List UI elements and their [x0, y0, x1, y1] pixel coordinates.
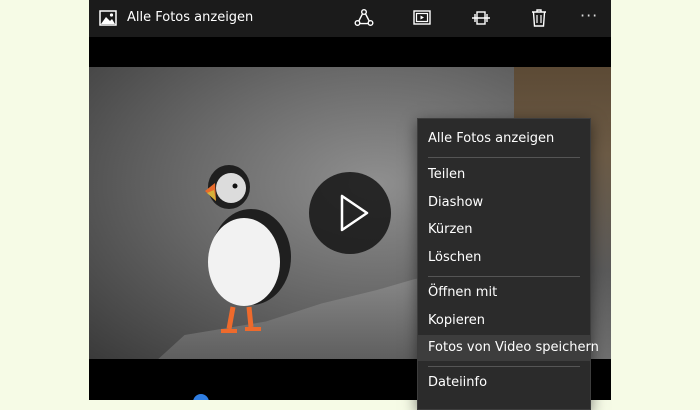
menu-separator — [428, 366, 580, 367]
context-menu: Alle Fotos anzeigen Teilen Diashow Kürze… — [417, 118, 599, 410]
menu-separator — [428, 276, 580, 277]
menu-item-slideshow[interactable]: Diashow — [418, 190, 590, 216]
share-icon[interactable] — [353, 7, 375, 29]
menu-item-show-all-photos[interactable]: Alle Fotos anzeigen — [418, 126, 590, 152]
puffin-photo-subject — [205, 165, 291, 333]
top-toolbar: Alle Fotos anzeigen ··· — [89, 0, 611, 37]
menu-item-trim[interactable]: Kürzen — [418, 217, 590, 243]
menu-separator — [428, 157, 580, 158]
more-icon[interactable]: ··· — [580, 6, 598, 25]
menu-item-delete[interactable]: Löschen — [418, 245, 590, 271]
menu-item-save-photos-from-video[interactable]: Fotos von Video speichern — [418, 335, 599, 361]
page-title[interactable]: Alle Fotos anzeigen — [127, 10, 253, 25]
play-button[interactable] — [309, 172, 391, 254]
delete-icon[interactable] — [528, 7, 550, 29]
slideshow-icon[interactable] — [411, 7, 433, 29]
photos-icon[interactable] — [99, 9, 117, 27]
menu-item-copy[interactable]: Kopieren — [418, 308, 590, 334]
menu-item-share[interactable]: Teilen — [418, 162, 590, 188]
menu-item-file-info[interactable]: Dateiinfo — [418, 370, 590, 396]
status-indicator-icon — [193, 394, 209, 400]
menu-item-open-with[interactable]: Öffnen mit — [418, 280, 590, 306]
trim-icon[interactable] — [470, 7, 492, 29]
